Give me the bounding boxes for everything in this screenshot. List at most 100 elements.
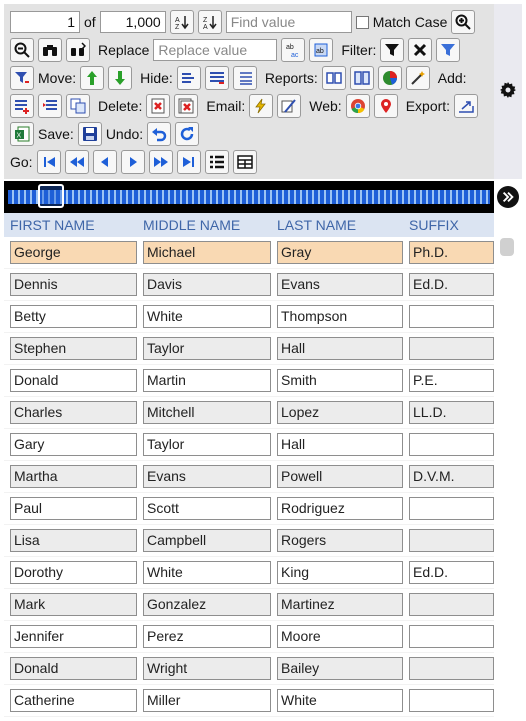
previous-page-icon[interactable] (64, 150, 89, 174)
excel-export-icon[interactable]: X (10, 122, 34, 146)
record-scrollbar-thumb[interactable] (38, 184, 64, 208)
replace-icon[interactable]: ab ac (281, 38, 306, 62)
record-scrollbar[interactable] (4, 181, 494, 213)
last-name-cell[interactable]: King (277, 561, 403, 584)
middle-name-cell[interactable]: Evans (143, 465, 271, 488)
next-page-icon[interactable] (148, 150, 173, 174)
copy-record-icon[interactable] (66, 94, 90, 118)
last-name-cell[interactable]: Smith (277, 369, 403, 392)
record-scrollbar-track[interactable] (8, 190, 490, 204)
replace-all-icon[interactable]: ab (309, 38, 334, 62)
last-record-icon[interactable] (176, 150, 201, 174)
table-row[interactable]: Gary Taylor Hall (4, 429, 494, 461)
middle-name-cell[interactable]: Gonzalez (143, 593, 271, 616)
first-name-cell[interactable]: Dennis (10, 273, 137, 296)
hide-row-icon[interactable] (204, 66, 229, 90)
middle-name-cell[interactable]: White (143, 561, 271, 584)
save-floppy-icon[interactable] (77, 122, 102, 146)
middle-name-cell[interactable]: Campbell (143, 529, 271, 552)
unhide-icon[interactable] (232, 66, 257, 90)
scroll-right-icon[interactable] (497, 186, 519, 208)
first-name-cell[interactable]: Mark (10, 593, 137, 616)
last-name-cell[interactable]: White (277, 689, 403, 712)
table-row[interactable]: Donald Wright Bailey (4, 653, 494, 685)
suffix-cell[interactable] (409, 625, 494, 648)
suffix-cell[interactable]: D.V.M. (409, 465, 494, 488)
middle-name-cell[interactable]: Davis (143, 273, 271, 296)
match-case-checkbox[interactable] (355, 15, 369, 29)
column-header-last-name[interactable]: LAST NAME (271, 213, 403, 237)
column-header-first-name[interactable]: FIRST NAME (4, 213, 137, 237)
middle-name-cell[interactable]: Mitchell (143, 401, 271, 424)
last-name-cell[interactable]: Bailey (277, 657, 403, 680)
column-header-middle-name[interactable]: MIDDLE NAME (137, 213, 271, 237)
last-name-cell[interactable]: Evans (277, 273, 403, 296)
last-name-cell[interactable]: Thompson (277, 305, 403, 328)
table-row[interactable]: Martha Evans Powell D.V.M. (4, 461, 494, 493)
suffix-cell[interactable] (409, 305, 494, 328)
last-name-cell[interactable]: Hall (277, 433, 403, 456)
move-up-icon[interactable] (80, 66, 105, 90)
first-name-cell[interactable]: Lisa (10, 529, 137, 552)
suffix-cell[interactable] (409, 337, 494, 360)
table-row[interactable]: Catherine Miller White (4, 685, 494, 717)
first-name-cell[interactable]: George (10, 241, 137, 264)
list-view-icon[interactable] (204, 150, 229, 174)
zoom-in-icon[interactable] (451, 10, 476, 34)
first-name-cell[interactable]: Catherine (10, 689, 137, 712)
suffix-cell[interactable] (409, 433, 494, 456)
middle-name-cell[interactable]: Wright (143, 657, 271, 680)
first-name-cell[interactable]: Donald (10, 369, 137, 392)
delete-record-icon[interactable] (146, 94, 171, 118)
suffix-cell[interactable] (409, 593, 494, 616)
move-down-icon[interactable] (108, 66, 133, 90)
find-value-input[interactable] (225, 11, 352, 33)
export-icon[interactable] (454, 94, 479, 118)
report-book-icon[interactable] (321, 66, 346, 90)
last-name-cell[interactable]: Lopez (277, 401, 403, 424)
gear-icon[interactable] (500, 82, 516, 98)
table-row[interactable]: Paul Scott Rodriguez (4, 493, 494, 525)
add-record-icon[interactable] (10, 94, 34, 118)
suffix-cell[interactable]: Ph.D. (409, 241, 494, 264)
chrome-browser-icon[interactable] (345, 94, 370, 118)
suffix-cell[interactable] (409, 689, 494, 712)
last-name-cell[interactable]: Moore (277, 625, 403, 648)
suffix-cell[interactable] (409, 657, 494, 680)
replace-value-input[interactable] (153, 39, 278, 61)
first-record-icon[interactable] (36, 150, 61, 174)
table-row[interactable]: Jennifer Perez Moore (4, 621, 494, 653)
table-row[interactable]: Stephen Taylor Hall (4, 333, 494, 365)
insert-record-icon[interactable] (38, 94, 62, 118)
last-name-cell[interactable]: Rodriguez (277, 497, 403, 520)
previous-record-icon[interactable] (92, 150, 117, 174)
last-name-cell[interactable]: Hall (277, 337, 403, 360)
middle-name-cell[interactable]: Taylor (143, 433, 271, 456)
sort-descending-icon[interactable]: ZA (197, 10, 222, 34)
redo-icon[interactable] (175, 122, 200, 146)
first-name-cell[interactable]: Donald (10, 657, 137, 680)
middle-name-cell[interactable]: Taylor (143, 337, 271, 360)
filter-icon[interactable] (380, 38, 405, 62)
delete-all-icon[interactable] (174, 94, 199, 118)
first-name-cell[interactable]: Dorothy (10, 561, 137, 584)
hide-column-icon[interactable] (176, 66, 201, 90)
first-name-cell[interactable]: Jennifer (10, 625, 137, 648)
suffix-cell[interactable] (409, 529, 494, 552)
next-record-icon[interactable] (120, 150, 145, 174)
middle-name-cell[interactable]: Perez (143, 625, 271, 648)
middle-name-cell[interactable]: White (143, 305, 271, 328)
column-header-suffix[interactable]: SUFFIX (403, 213, 494, 237)
pie-chart-icon[interactable] (377, 66, 402, 90)
last-name-cell[interactable]: Powell (277, 465, 403, 488)
record-number-input[interactable] (10, 11, 80, 33)
table-row[interactable]: Dorothy White King Ed.D. (4, 557, 494, 589)
vertical-scrollbar[interactable] (497, 236, 516, 716)
table-row[interactable]: Lisa Campbell Rogers (4, 525, 494, 557)
table-row[interactable]: George Michael Gray Ph.D. (4, 237, 494, 269)
first-name-cell[interactable]: Gary (10, 433, 137, 456)
suffix-cell[interactable] (409, 497, 494, 520)
advanced-filter-icon[interactable] (10, 66, 34, 90)
undo-icon[interactable] (147, 122, 172, 146)
table-row[interactable]: Charles Mitchell Lopez LL.D. (4, 397, 494, 429)
